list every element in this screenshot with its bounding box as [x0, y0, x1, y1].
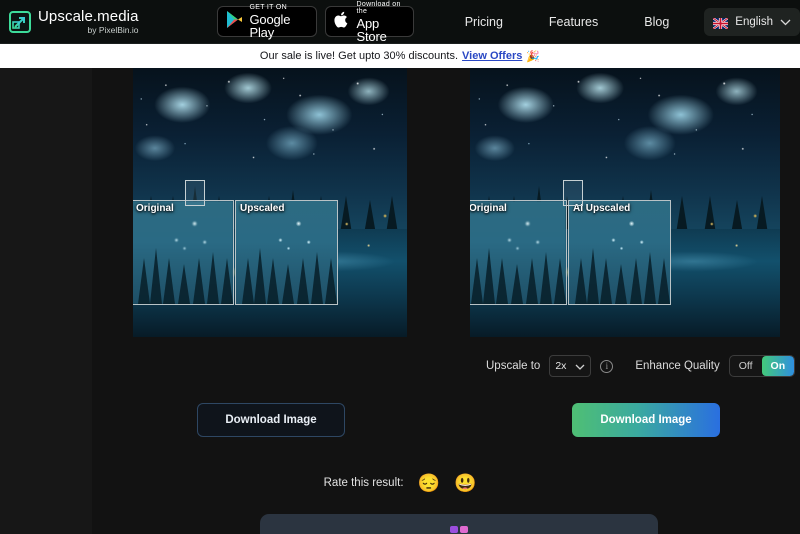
- language-label: English: [735, 15, 773, 28]
- view-offers-link[interactable]: View Offers: [462, 50, 522, 62]
- rate-sad-emoji[interactable]: 😔: [418, 474, 440, 492]
- upscale-to-label: Upscale to: [486, 360, 541, 372]
- apple-icon: [333, 10, 350, 34]
- right-result-panel: Original AI Upscaled Upscale to 2x i Enh…: [470, 68, 800, 534]
- right-original-label: Original: [470, 203, 507, 214]
- nav-item-blog[interactable]: Blog: [621, 15, 692, 29]
- right-comparison-overlay: Original AI Upscaled: [470, 200, 671, 305]
- logo-title: Upscale.media: [38, 7, 139, 25]
- right-preview-image[interactable]: Original AI Upscaled: [470, 68, 780, 337]
- announcement-bar: Our sale is live! Get upto 30% discounts…: [0, 44, 800, 68]
- comparison-stage: Original Upscaled Download Image Origina…: [0, 68, 800, 534]
- right-download-image-button[interactable]: Download Image: [572, 403, 720, 437]
- upscale-arrow-icon: [9, 10, 31, 33]
- left-original-label: Original: [136, 203, 174, 214]
- magnifier-region-marker-right[interactable]: [563, 180, 583, 206]
- language-selector[interactable]: English: [704, 7, 800, 36]
- app-store-small-label: Download on the: [356, 0, 401, 15]
- uk-flag-icon: [712, 16, 729, 30]
- announcement-text: Our sale is live! Get upto 30% discounts…: [259, 50, 459, 62]
- upscale-factor-value: 2x: [555, 360, 567, 372]
- bottom-promo-card[interactable]: [260, 514, 658, 534]
- upscale-factor-select[interactable]: 2x: [549, 355, 592, 377]
- store-buttons: GET IT ON Google Play Download on the Ap…: [216, 1, 414, 43]
- enhance-quality-off-option[interactable]: Off: [730, 356, 762, 376]
- logo-byline: by PixelBin.io: [87, 24, 139, 35]
- magnifier-region-marker[interactable]: [185, 180, 205, 206]
- app-store-button[interactable]: Download on the App Store: [324, 1, 414, 43]
- app-store-big-label: App Store: [356, 15, 387, 44]
- promo-sparkle-icon: [450, 526, 468, 533]
- chevron-down-icon: [780, 13, 791, 31]
- enhance-quality-toggle[interactable]: Off On: [728, 355, 796, 377]
- left-upscaled-box: Upscaled: [235, 200, 338, 305]
- main-nav: Pricing Features Blog English: [442, 7, 800, 36]
- nav-item-pricing[interactable]: Pricing: [442, 15, 526, 29]
- site-header: Upscale.media by PixelBin.io GET IT ON G…: [0, 0, 800, 44]
- party-popper-icon: 🎉: [526, 50, 541, 63]
- google-play-big-label: Google Play: [249, 12, 291, 40]
- right-ai-upscaled-box: AI Upscaled: [568, 200, 671, 305]
- logo[interactable]: Upscale.media by PixelBin.io: [9, 9, 139, 35]
- left-comparison-overlay: Original Upscaled: [133, 200, 338, 305]
- left-preview-image[interactable]: Original Upscaled: [133, 68, 407, 337]
- right-original-box: Original: [470, 200, 567, 305]
- left-result-panel: Original Upscaled Download Image: [92, 68, 448, 534]
- google-play-small-label: GET IT ON: [249, 4, 287, 11]
- upscale-info-icon[interactable]: i: [600, 359, 614, 373]
- rate-result-label: Rate this result:: [323, 477, 404, 489]
- left-gutter: [0, 68, 92, 534]
- left-original-box: Original: [133, 200, 234, 305]
- enhance-quality-label: Enhance Quality: [635, 360, 720, 372]
- rate-happy-emoji[interactable]: 😃: [454, 474, 476, 492]
- enhance-quality-on-option[interactable]: On: [761, 356, 795, 376]
- rate-result-row: Rate this result: 😔 😃: [0, 474, 800, 492]
- left-upscaled-label: Upscaled: [240, 203, 285, 214]
- upscale-controls: Upscale to 2x i Enhance Quality Off On i: [486, 355, 800, 377]
- google-play-icon: [226, 10, 243, 34]
- nav-item-features[interactable]: Features: [526, 15, 621, 29]
- chevron-down-icon: [575, 357, 585, 375]
- left-download-image-button[interactable]: Download Image: [197, 403, 345, 437]
- google-play-button[interactable]: GET IT ON Google Play: [216, 4, 317, 40]
